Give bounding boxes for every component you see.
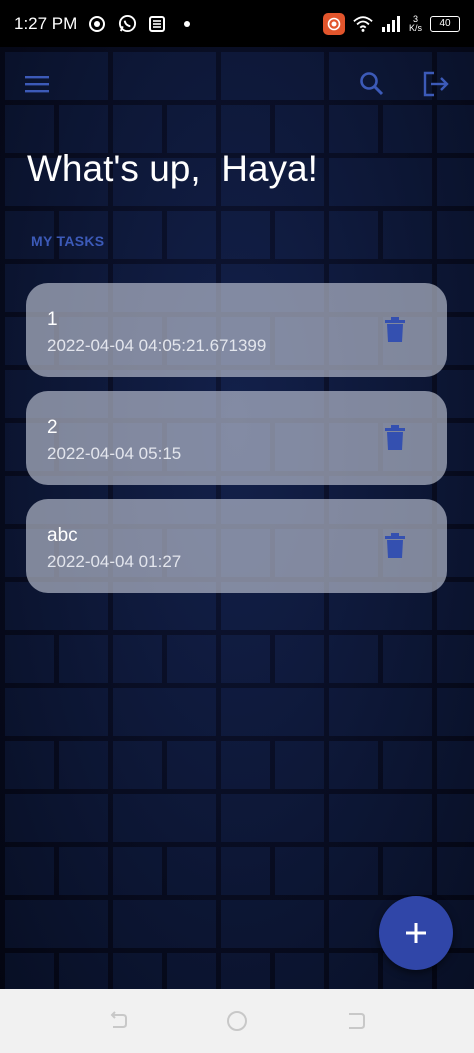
news-icon xyxy=(147,14,167,34)
nav-home-button[interactable] xyxy=(221,1005,253,1037)
nav-back-button[interactable] xyxy=(102,1005,134,1037)
menu-button[interactable] xyxy=(17,64,57,104)
greeting-title: What's up, Haya! xyxy=(27,148,318,189)
status-time: 1:27 PM xyxy=(14,13,78,33)
task-card[interactable]: 2 2022-04-04 05:15 xyxy=(26,391,447,485)
logout-icon xyxy=(423,71,449,97)
task-date: 2022-04-04 05:15 xyxy=(47,444,182,463)
system-nav-bar xyxy=(0,989,474,1053)
network-speed-unit: K/s xyxy=(408,22,422,33)
recents-icon xyxy=(349,1013,365,1029)
home-icon xyxy=(227,1011,247,1031)
status-right: 3 K/s 40 xyxy=(322,12,460,35)
search-button[interactable] xyxy=(352,64,392,104)
task-card[interactable]: 1 2022-04-04 04:05:21.671399 xyxy=(26,283,447,377)
delete-task-button[interactable] xyxy=(382,316,408,344)
app-bar xyxy=(0,62,474,106)
task-list: 1 2022-04-04 04:05:21.671399 2 2022-04-0… xyxy=(26,283,447,607)
status-bar: 1:27 PM 3 K/s 40 xyxy=(0,0,474,47)
screen-record-icon xyxy=(87,14,107,34)
search-icon xyxy=(360,72,384,96)
delete-task-button[interactable] xyxy=(382,424,408,452)
whatsapp-icon xyxy=(117,14,137,34)
status-left: 1:27 PM xyxy=(14,14,197,34)
network-speed: 3 K/s xyxy=(408,14,422,33)
notification-dot-icon xyxy=(177,14,197,34)
signal-icon xyxy=(381,14,401,34)
delete-task-button[interactable] xyxy=(382,532,408,560)
logout-button[interactable] xyxy=(416,64,456,104)
trash-icon xyxy=(385,317,405,342)
add-task-button[interactable] xyxy=(379,896,453,970)
section-label-my-tasks: MY TASKS xyxy=(31,233,105,249)
trash-icon xyxy=(385,533,405,558)
task-date: 2022-04-04 01:27 xyxy=(47,552,182,571)
task-title: 2 xyxy=(47,417,58,438)
wifi-icon xyxy=(353,14,373,34)
task-title: 1 xyxy=(47,309,58,330)
battery-icon: 40 xyxy=(430,15,460,32)
recording-badge-icon xyxy=(322,12,345,35)
task-date: 2022-04-04 04:05:21.671399 xyxy=(47,336,267,355)
nav-recents-button[interactable] xyxy=(340,1005,372,1037)
task-title: abc xyxy=(47,525,78,546)
task-card[interactable]: abc 2022-04-04 01:27 xyxy=(26,499,447,593)
trash-icon xyxy=(385,425,405,450)
battery-level: 40 xyxy=(439,18,451,29)
menu-icon xyxy=(25,76,49,93)
back-icon xyxy=(110,1011,127,1028)
plus-icon xyxy=(406,923,426,943)
